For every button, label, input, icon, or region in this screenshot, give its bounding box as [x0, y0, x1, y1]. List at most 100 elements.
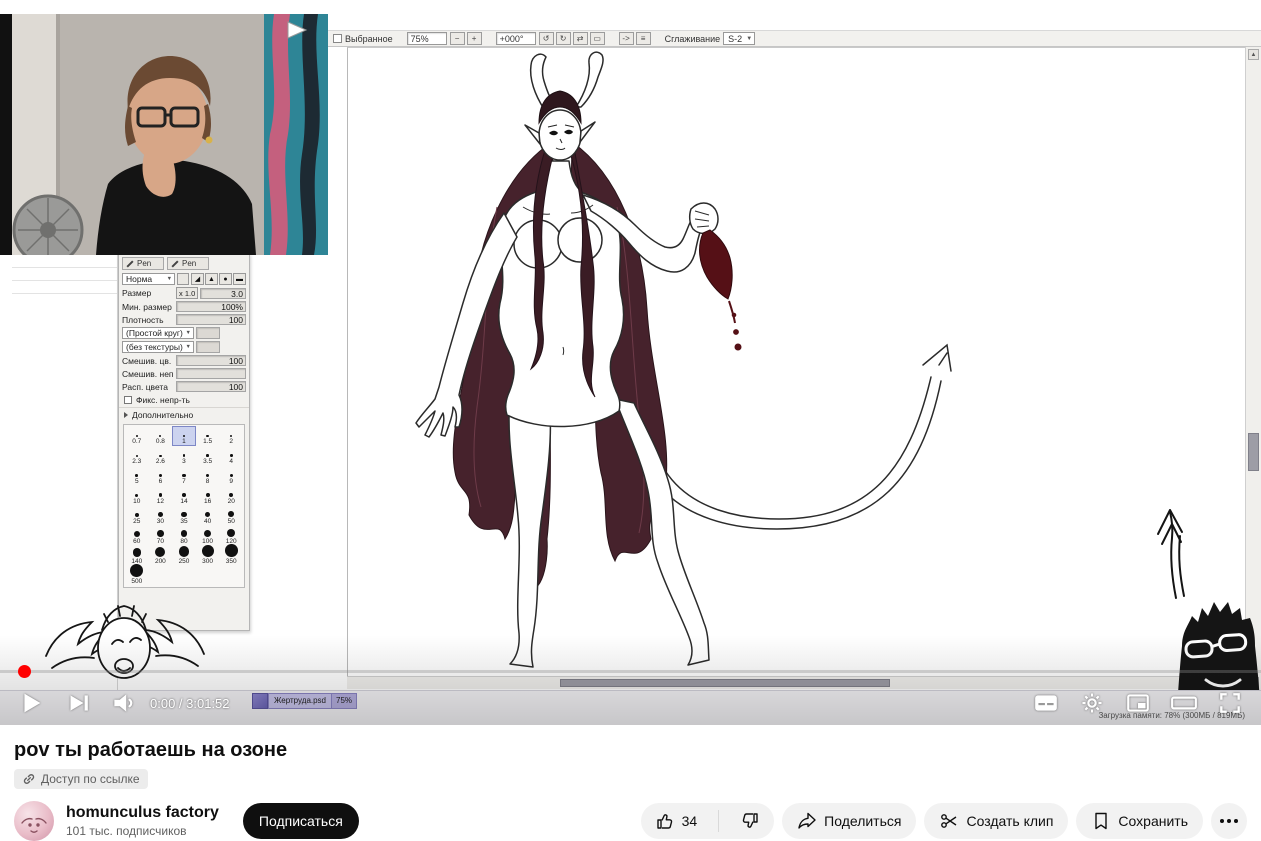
chevron-down-icon: ▼ [186, 330, 191, 336]
progress-scrubber[interactable] [18, 665, 31, 678]
brush-size-1: 1 [172, 426, 196, 446]
brush-size-50: 50 [219, 506, 243, 526]
brush-size-10: 10 [125, 486, 149, 506]
channel-name[interactable]: homunculus factory [66, 803, 219, 823]
video-meta-section: pov ты работаешь на озоне Доступ по ссыл… [0, 725, 1261, 841]
brush-size-120: 120 [219, 526, 243, 546]
brush-tip-shape: ◢ [191, 273, 204, 285]
volume-button[interactable] [100, 683, 146, 723]
like-button[interactable]: 34 [641, 803, 712, 839]
density-slider: 100 [176, 314, 246, 325]
subtitles-button[interactable] [1023, 683, 1069, 723]
scroll-up-icon: ▲ [1248, 49, 1259, 60]
hand-drawn-arrow [1148, 500, 1196, 602]
zoom-out-button: − [450, 32, 465, 45]
brush-size-20: 20 [219, 486, 243, 506]
brush-texture-select: (без текстуры)▼ [122, 341, 194, 353]
keep-opacity-checkbox [124, 396, 132, 404]
dilution-label: Смешив. непр. [122, 369, 174, 379]
chevron-down-icon: ▼ [746, 33, 752, 45]
brush-size-250: 250 [172, 546, 196, 566]
rotate-ccw-button: ↺ [539, 32, 554, 45]
scissors-icon [939, 811, 959, 831]
brush-size-100: 100 [196, 526, 220, 546]
visibility-badge: Доступ по ссылке [14, 769, 148, 789]
brush-size-25: 25 [125, 506, 149, 526]
brush-size-60: 60 [125, 526, 149, 546]
bookmark-icon [1091, 811, 1111, 831]
advanced-label: Дополнительно [132, 410, 193, 420]
pen-tool-tab: Pen [167, 257, 209, 270]
pen-icon [126, 260, 133, 267]
blend-slider: 100 [176, 355, 246, 366]
expand-icon [124, 412, 128, 418]
theater-mode-button[interactable] [1161, 683, 1207, 723]
selection-options-button: ≡ [636, 32, 651, 45]
player-controls: 0:00 / 3:01:52 [0, 682, 1261, 724]
brush-size-9: 9 [219, 466, 243, 486]
miniplayer-button[interactable] [1115, 683, 1161, 723]
brush-tip-shape: ● [219, 273, 232, 285]
persistence-label: Расп. цвета [122, 382, 174, 392]
share-icon [797, 811, 817, 831]
link-icon [22, 772, 36, 786]
shape-intensity-field [196, 327, 220, 339]
selection-label: Выбранное [345, 34, 393, 44]
thumb-up-icon [655, 811, 675, 831]
pen-tool-tab: Pen [122, 257, 164, 270]
brush-tip-shape: ▬ [233, 273, 246, 285]
subscribe-button[interactable]: Подписаться [243, 803, 359, 839]
brush-size-4: 4 [219, 446, 243, 466]
next-button[interactable] [54, 683, 100, 723]
create-clip-button[interactable]: Создать клип [924, 803, 1068, 839]
density-label: Плотность [122, 315, 174, 325]
fullscreen-button[interactable] [1207, 683, 1253, 723]
flip-horizontal-button: ⇄ [573, 32, 588, 45]
brush-size-1.5: 1.5 [196, 426, 220, 446]
brush-preview-button [177, 273, 189, 285]
brush-size-6: 6 [149, 466, 173, 486]
webcam-overlay [12, 14, 328, 255]
smoothing-select: S-2▼ [723, 32, 755, 45]
share-button[interactable]: Поделиться [782, 803, 916, 839]
brush-size-2.3: 2.3 [125, 446, 149, 466]
brush-size-140: 140 [125, 546, 149, 566]
texture-intensity-field [196, 341, 220, 353]
selection-checkbox-icon [333, 34, 342, 43]
brush-size-2: 2 [219, 426, 243, 446]
sai-toolbar: Выбранное 75% −+ +000° ↺↻⇄▭ ->≡ Сглажива… [328, 30, 1261, 47]
video-player[interactable]: Выбранное 75% −+ +000° ↺↻⇄▭ ->≡ Сглажива… [0, 0, 1261, 725]
blend-mode-select: Норма▼ [122, 273, 175, 285]
keep-opacity-label: Фикс. непр-ть [136, 395, 190, 405]
save-button[interactable]: Сохранить [1076, 803, 1203, 839]
vscroll-thumb [1248, 433, 1259, 471]
dislike-button[interactable] [726, 803, 774, 839]
settings-gear-icon[interactable] [1069, 683, 1115, 723]
smoothing-label: Сглаживание [665, 34, 721, 44]
letterbox-strip [0, 14, 12, 255]
brush-size-2.6: 2.6 [149, 446, 173, 466]
brush-size-70: 70 [149, 526, 173, 546]
brush-size-3: 3 [172, 446, 196, 466]
like-dislike-pill: 34 [641, 803, 775, 839]
more-options-button[interactable] [1211, 803, 1247, 839]
brush-size-80: 80 [172, 526, 196, 546]
reset-view-button: ▭ [590, 32, 605, 45]
zoom-value-field: 75% [407, 32, 447, 45]
brush-settings-panel: Pen Pen Норма▼ ◢▲●▬ Размер x 1.0 3.0 Мин… [118, 253, 250, 631]
progress-bar[interactable] [0, 670, 1261, 673]
blend-label: Смешив. цв. [122, 356, 174, 366]
chevron-down-icon: ▼ [186, 344, 191, 350]
brush-size-5: 5 [125, 466, 149, 486]
play-button[interactable] [8, 683, 54, 723]
brush-size-0.8: 0.8 [149, 426, 173, 446]
brush-size-0.7: 0.7 [125, 426, 149, 446]
brush-size-30: 30 [149, 506, 173, 526]
size-slider: 3.0 [200, 288, 246, 299]
zoom-in-button: + [467, 32, 482, 45]
rotate-cw-button: ↻ [556, 32, 571, 45]
brush-size-200: 200 [149, 546, 173, 566]
channel-avatar[interactable] [14, 801, 54, 841]
brush-size-500: 500 [125, 566, 149, 586]
like-count: 34 [682, 813, 698, 829]
